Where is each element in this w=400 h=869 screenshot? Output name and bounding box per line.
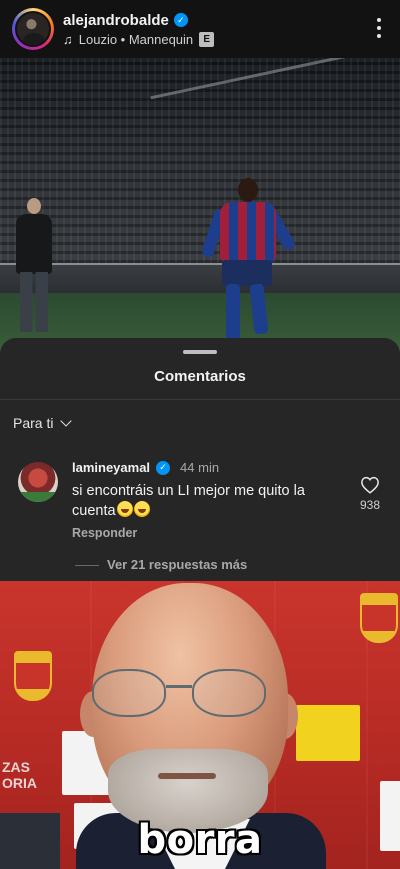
commenter-username[interactable]: lamineyamal [72, 460, 150, 475]
post-photo[interactable] [0, 58, 400, 358]
grinning-sweat-emoji-icon [133, 501, 150, 517]
commenter-avatar[interactable] [18, 462, 58, 502]
author-row: alejandrobalde ✓ [63, 12, 214, 29]
author-username[interactable]: alejandrobalde [63, 12, 169, 29]
verified-badge-icon: ✓ [173, 13, 188, 27]
comments-filter-dropdown[interactable]: Para ti [13, 415, 73, 431]
author-avatar[interactable] [12, 8, 54, 50]
comment-text: si encontráis un LI mejor me quito la cu… [72, 482, 342, 521]
comment-time: 44 min [180, 460, 220, 475]
heart-icon[interactable] [360, 476, 380, 494]
sponsor-panel [296, 705, 360, 761]
reply-button[interactable]: Responder [72, 526, 137, 540]
audio-row[interactable]: ♫ Louzio • Mannequin E [63, 31, 215, 47]
verified-badge-icon: ✓ [156, 460, 171, 475]
more-vertical-icon[interactable] [376, 18, 382, 38]
grinning-sweat-emoji-icon [116, 501, 133, 517]
like-count: 938 [359, 498, 381, 512]
explicit-badge: E [199, 31, 215, 47]
comment-like: 938 [352, 476, 388, 512]
pitch-advertising-board [0, 263, 400, 293]
federation-crest-icon [14, 651, 52, 701]
federation-crest-icon [360, 593, 398, 643]
music-note-icon: ♫ [63, 31, 73, 47]
meme-caption: borra [137, 817, 263, 863]
comments-sheet: Comentarios Para ti lamineyamal ✓ 44 min… [0, 338, 400, 581]
backdrop-text: ZAS ORIA [2, 759, 37, 791]
comments-title: Comentarios [154, 368, 246, 385]
audio-label: Louzio • Mannequin [78, 31, 194, 47]
chevron-down-icon [60, 415, 73, 427]
sheet-drag-handle[interactable] [183, 350, 217, 354]
sheet-divider [0, 399, 400, 400]
meme-image: ZAS ORIA borra [0, 581, 400, 869]
view-more-replies-button[interactable]: Ver 21 respuestas más [74, 557, 247, 572]
post-header-text: alejandrobalde ✓ ♫ Louzio • Mannequin E [63, 12, 215, 47]
filter-label: Para ti [13, 415, 54, 431]
author-avatar-image [15, 11, 51, 47]
glasses-icon [88, 669, 284, 719]
person-mouth [158, 773, 216, 779]
comment-header: lamineyamal ✓ 44 min [72, 460, 219, 475]
player-figure [200, 178, 300, 358]
comment-body: si encontráis un LI mejor me quito la cu… [72, 483, 305, 519]
post-header: alejandrobalde ✓ ♫ Louzio • Mannequin E [0, 0, 400, 58]
coach-figure [12, 198, 56, 338]
